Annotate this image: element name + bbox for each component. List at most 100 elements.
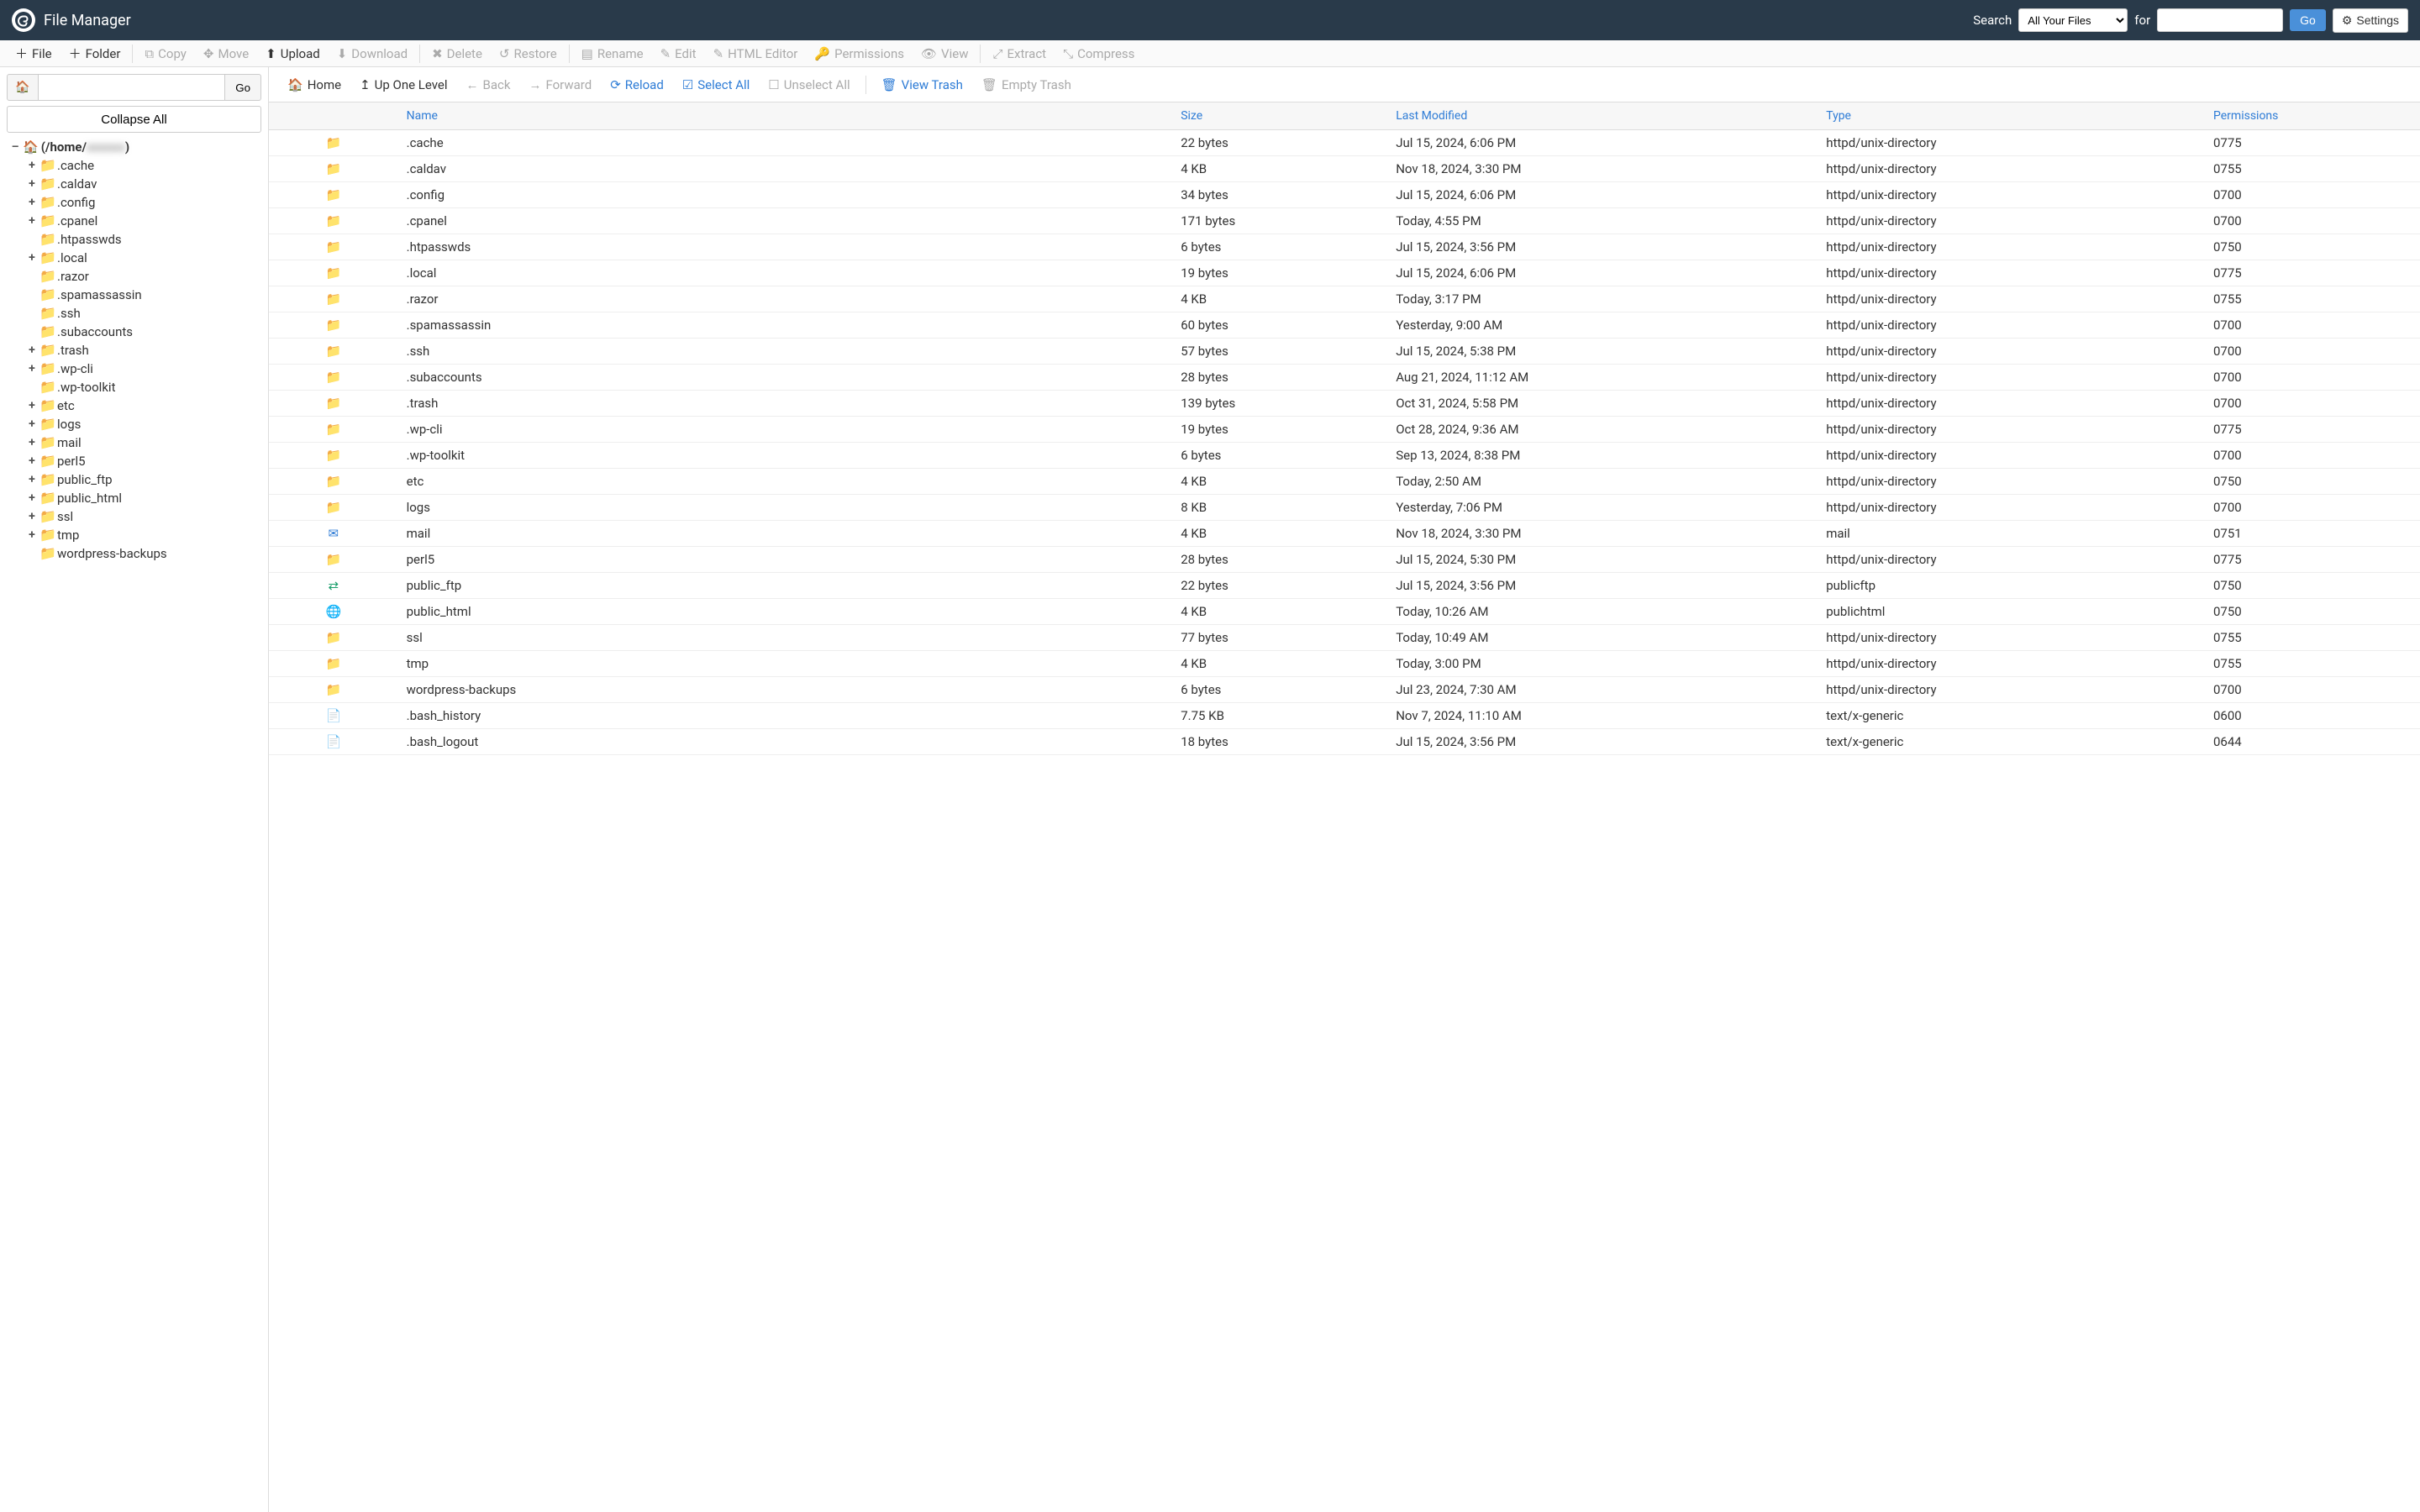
- tree-node[interactable]: +📁.cpanel: [27, 212, 261, 230]
- tree-toggle-icon[interactable]: +: [27, 489, 37, 507]
- tree-toggle-icon[interactable]: +: [27, 415, 37, 433]
- col-size-header[interactable]: Size: [1172, 102, 1387, 130]
- path-go-button[interactable]: Go: [225, 74, 261, 101]
- tree-node[interactable]: +📁.config: [27, 193, 261, 212]
- path-input[interactable]: [39, 74, 225, 101]
- table-row[interactable]: 📁perl528 bytesJul 15, 2024, 5:30 PMhttpd…: [269, 547, 2420, 573]
- tree-node[interactable]: +📁.wp-toolkit: [27, 378, 261, 396]
- table-row[interactable]: 📁.htpasswds6 bytesJul 15, 2024, 3:56 PMh…: [269, 234, 2420, 260]
- tree-toggle-icon[interactable]: +: [27, 156, 37, 175]
- tree-toggle-icon[interactable]: +: [27, 212, 37, 230]
- table-row[interactable]: 📁.subaccounts28 bytesAug 21, 2024, 11:12…: [269, 365, 2420, 391]
- table-row[interactable]: 📄.bash_history7.75 KBNov 7, 2024, 11:10 …: [269, 703, 2420, 729]
- tree-node[interactable]: +📁.cache: [27, 156, 261, 175]
- nav-back[interactable]: ←Back: [458, 74, 519, 96]
- tree-node[interactable]: +📁.caldav: [27, 175, 261, 193]
- tree-toggle-icon[interactable]: +: [27, 433, 37, 452]
- tree-node[interactable]: +📁.subaccounts: [27, 323, 261, 341]
- nav-reload[interactable]: ⟳Reload: [602, 74, 672, 96]
- nav-up[interactable]: ↥Up One Level: [351, 74, 455, 96]
- table-row[interactable]: 📄.bash_logout18 bytesJul 15, 2024, 3:56 …: [269, 729, 2420, 755]
- tree-node[interactable]: +📁mail: [27, 433, 261, 452]
- permissions-button[interactable]: 🔑Permissions: [806, 43, 913, 65]
- table-row[interactable]: 📁.wp-cli19 bytesOct 28, 2024, 9:36 AMhtt…: [269, 417, 2420, 443]
- tree-node[interactable]: +📁perl5: [27, 452, 261, 470]
- edit-button[interactable]: ✎Edit: [652, 43, 705, 65]
- tree-root[interactable]: – 🏠 (/home/xxxxxx): [10, 138, 261, 156]
- table-row[interactable]: 📁wordpress-backups6 bytesJul 23, 2024, 7…: [269, 677, 2420, 703]
- download-button[interactable]: ⬇Download: [329, 43, 416, 65]
- upload-button[interactable]: ⬆Upload: [257, 43, 329, 65]
- table-row[interactable]: 📁tmp4 KBToday, 3:00 PMhttpd/unix-directo…: [269, 651, 2420, 677]
- tree-toggle-icon[interactable]: +: [27, 470, 37, 489]
- tree-node[interactable]: +📁.razor: [27, 267, 261, 286]
- table-row[interactable]: ⇄public_ftp22 bytesJul 15, 2024, 3:56 PM…: [269, 573, 2420, 599]
- table-row[interactable]: ✉mail4 KBNov 18, 2024, 3:30 PMmail0751: [269, 521, 2420, 547]
- tree-node[interactable]: +📁public_html: [27, 489, 261, 507]
- table-row[interactable]: 📁.spamassassin60 bytesYesterday, 9:00 AM…: [269, 312, 2420, 339]
- nav-empty-trash[interactable]: 🗑Empty Trash: [973, 74, 1080, 96]
- new-folder-button[interactable]: ＋Folder: [60, 41, 129, 66]
- extract-button[interactable]: ⤢Extract: [984, 43, 1055, 65]
- tree-toggle-icon[interactable]: +: [27, 526, 37, 544]
- table-row[interactable]: 📁logs8 KBYesterday, 7:06 PMhttpd/unix-di…: [269, 495, 2420, 521]
- table-row[interactable]: 📁.razor4 KBToday, 3:17 PMhttpd/unix-dire…: [269, 286, 2420, 312]
- tree-toggle-icon[interactable]: +: [27, 341, 37, 360]
- search-input[interactable]: [2157, 8, 2283, 32]
- tree-toggle-icon[interactable]: +: [27, 360, 37, 378]
- tree-node[interactable]: +📁.spamassassin: [27, 286, 261, 304]
- settings-button[interactable]: ⚙ Settings: [2333, 8, 2408, 33]
- table-row[interactable]: 📁etc4 KBToday, 2:50 AMhttpd/unix-directo…: [269, 469, 2420, 495]
- col-type-header[interactable]: Type: [1818, 102, 2205, 130]
- nav-forward[interactable]: →Forward: [520, 74, 600, 96]
- view-button[interactable]: 👁View: [913, 43, 976, 65]
- tree-node[interactable]: +📁tmp: [27, 526, 261, 544]
- restore-button[interactable]: ↺Restore: [491, 43, 566, 65]
- table-row[interactable]: 📁ssl77 bytesToday, 10:49 AMhttpd/unix-di…: [269, 625, 2420, 651]
- compress-button[interactable]: ⤡Compress: [1055, 43, 1143, 65]
- tree-toggle-icon[interactable]: +: [27, 175, 37, 193]
- col-perm-header[interactable]: Permissions: [2205, 102, 2420, 130]
- tree-toggle-icon[interactable]: –: [10, 138, 20, 156]
- tree-node[interactable]: +📁etc: [27, 396, 261, 415]
- delete-button[interactable]: ✖Delete: [424, 43, 491, 65]
- table-row[interactable]: 📁.config34 bytesJul 15, 2024, 6:06 PMhtt…: [269, 182, 2420, 208]
- table-row[interactable]: 📁.caldav4 KBNov 18, 2024, 3:30 PMhttpd/u…: [269, 156, 2420, 182]
- tree-node[interactable]: +📁ssl: [27, 507, 261, 526]
- tree-toggle-icon[interactable]: +: [27, 396, 37, 415]
- collapse-all-button[interactable]: Collapse All: [7, 106, 261, 133]
- tree-node[interactable]: +📁.trash: [27, 341, 261, 360]
- move-button[interactable]: ✥Move: [195, 43, 257, 65]
- path-home-button[interactable]: 🏠: [7, 74, 39, 101]
- table-row[interactable]: 📁.wp-toolkit6 bytesSep 13, 2024, 8:38 PM…: [269, 443, 2420, 469]
- table-row[interactable]: 📁.cache22 bytesJul 15, 2024, 6:06 PMhttp…: [269, 130, 2420, 156]
- table-row[interactable]: 🌐public_html4 KBToday, 10:26 AMpublichtm…: [269, 599, 2420, 625]
- search-go-button[interactable]: Go: [2290, 9, 2326, 31]
- tree-toggle-icon[interactable]: +: [27, 193, 37, 212]
- nav-select-all[interactable]: ☑Select All: [674, 74, 758, 96]
- tree-node[interactable]: +📁.ssh: [27, 304, 261, 323]
- copy-button[interactable]: ⧉Copy: [136, 43, 194, 65]
- col-name-header[interactable]: Name: [398, 102, 1173, 130]
- table-row[interactable]: 📁.trash139 bytesOct 31, 2024, 5:58 PMhtt…: [269, 391, 2420, 417]
- nav-view-trash[interactable]: 🗑View Trash: [873, 74, 971, 96]
- col-modified-header[interactable]: Last Modified: [1387, 102, 1818, 130]
- rename-button[interactable]: ▤Rename: [573, 43, 652, 65]
- table-row[interactable]: 📁.local19 bytesJul 15, 2024, 6:06 PMhttp…: [269, 260, 2420, 286]
- nav-unselect-all[interactable]: ☐Unselect All: [760, 74, 858, 96]
- search-scope-select[interactable]: All Your Files: [2018, 8, 2128, 32]
- tree-node[interactable]: +📁wordpress-backups: [27, 544, 261, 563]
- tree-node[interactable]: +📁.htpasswds: [27, 230, 261, 249]
- tree-node[interactable]: +📁public_ftp: [27, 470, 261, 489]
- tree-toggle-icon[interactable]: +: [27, 507, 37, 526]
- table-row[interactable]: 📁.cpanel171 bytesToday, 4:55 PMhttpd/uni…: [269, 208, 2420, 234]
- file-table-wrap[interactable]: Name Size Last Modified Type Permissions…: [269, 102, 2420, 1512]
- tree-node[interactable]: +📁.local: [27, 249, 261, 267]
- html-editor-button[interactable]: ✎HTML Editor: [705, 43, 807, 65]
- tree-toggle-icon[interactable]: +: [27, 452, 37, 470]
- tree-node[interactable]: +📁logs: [27, 415, 261, 433]
- new-file-button[interactable]: ＋File: [7, 41, 60, 66]
- table-row[interactable]: 📁.ssh57 bytesJul 15, 2024, 5:38 PMhttpd/…: [269, 339, 2420, 365]
- tree-toggle-icon[interactable]: +: [27, 249, 37, 267]
- nav-home[interactable]: 🏠Home: [279, 74, 350, 96]
